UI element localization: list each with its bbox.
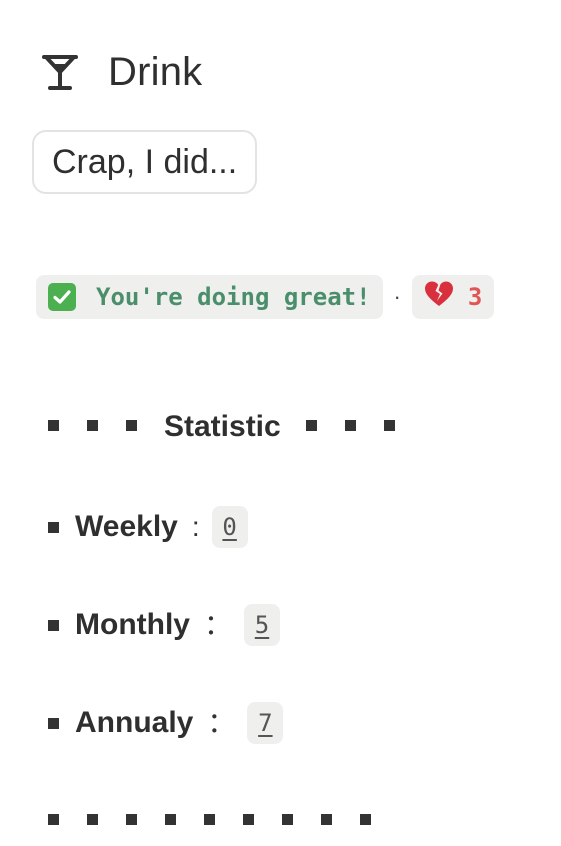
stat-value-weekly[interactable]: 0	[211, 506, 248, 548]
stat-row-monthly: Monthly ： 5	[48, 603, 280, 647]
divider-square	[87, 420, 98, 431]
statistic-heading: Statistic	[164, 410, 281, 443]
stat-row-annualy: Annualy ： 7	[48, 701, 284, 745]
divider-square	[165, 814, 176, 825]
status-line: You're doing great! · 3	[36, 275, 495, 319]
status-separator: ·	[393, 284, 401, 309]
divider-square	[321, 814, 332, 825]
stat-row-weekly: Weekly : 0	[48, 505, 248, 549]
divider-square	[204, 814, 215, 825]
footer-divider	[48, 814, 371, 825]
divider-square	[282, 814, 293, 825]
divider-square	[306, 420, 317, 431]
broken-heart-count: 3	[467, 283, 483, 311]
statistic-divider-right	[306, 420, 395, 431]
divider-square	[87, 814, 98, 825]
stat-label: Weekly	[75, 510, 178, 543]
page-title: Drink	[108, 50, 203, 94]
stat-value-monthly[interactable]: 5	[244, 604, 280, 646]
status-message: You're doing great!	[96, 283, 371, 311]
divider-square	[126, 814, 137, 825]
divider-square	[243, 814, 254, 825]
stat-label: Monthly	[75, 608, 190, 641]
stat-colon: :	[191, 511, 200, 542]
stat-value-annualy[interactable]: 7	[247, 702, 284, 744]
bullet-square	[48, 619, 59, 631]
divider-square	[360, 814, 371, 825]
divider-square	[126, 420, 137, 431]
stat-colon: ：	[207, 707, 236, 738]
divider-square	[384, 420, 395, 431]
divider-square	[345, 420, 356, 431]
check-mark-icon	[48, 283, 76, 311]
page-header: Drink	[38, 44, 202, 100]
drink-tracker-panel: Drink Crap, I did... You're doing great!…	[0, 0, 561, 846]
bullet-square	[48, 717, 59, 729]
log-drink-button[interactable]: Crap, I did...	[32, 130, 258, 194]
broken-heart-icon	[424, 280, 454, 314]
statistic-divider-left	[48, 420, 137, 431]
broken-heart-badge: 3	[411, 275, 495, 319]
divider-square	[48, 420, 59, 431]
cocktail-glass-icon	[38, 50, 82, 94]
stat-colon: ：	[203, 609, 232, 640]
bullet-square	[48, 521, 59, 533]
divider-square	[48, 814, 59, 825]
stat-label: Annualy	[75, 706, 194, 739]
status-badge: You're doing great!	[36, 275, 383, 319]
